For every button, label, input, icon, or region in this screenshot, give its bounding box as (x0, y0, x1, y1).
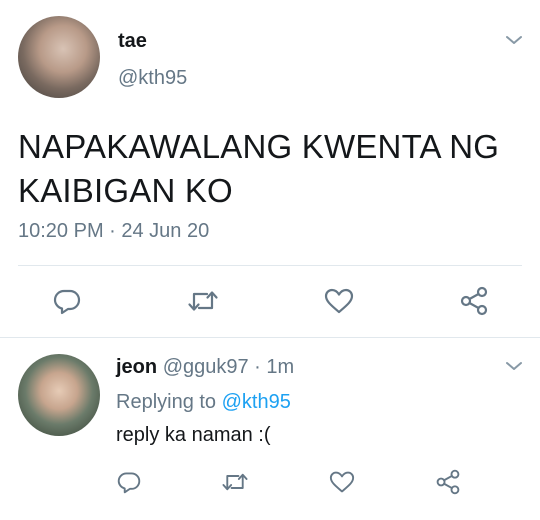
reply-tweet-replying-to: Replying to @kth95 (116, 391, 291, 414)
share-icon[interactable] (458, 286, 490, 316)
main-tweet-text-line-1: NAPAKAWALANG KWENTA NG (18, 128, 500, 165)
replying-to-label: Replying to (116, 391, 217, 413)
like-icon[interactable] (328, 470, 356, 494)
like-icon[interactable] (323, 287, 355, 315)
reply-tweet-text: reply ka naman :( (116, 424, 271, 446)
main-tweet-display-name[interactable]: tae (118, 30, 147, 53)
main-tweet-timestamp[interactable]: 10:20 PM · 24 Jun 20 (18, 220, 209, 243)
retweet-icon[interactable] (220, 470, 250, 494)
share-icon[interactable] (434, 469, 462, 495)
reply-tweet-meta[interactable]: @gguk97 · 1m (163, 356, 294, 378)
main-tweet-text: NAPAKAWALANG KWENTA NG KAIBIGAN KO (18, 125, 499, 213)
reply-tweet-menu-chevron-icon[interactable] (505, 360, 523, 372)
reply-icon[interactable] (52, 287, 82, 315)
section-divider (0, 337, 540, 338)
replying-to-handle-link[interactable]: @kth95 (222, 391, 291, 413)
reply-tweet-header: jeon @gguk97 · 1m (116, 356, 294, 379)
main-tweet-divider (18, 265, 522, 266)
main-tweet-avatar[interactable] (18, 16, 100, 98)
reply-tweet-avatar[interactable] (18, 354, 100, 436)
reply-tweet-display-name[interactable]: jeon (116, 356, 157, 378)
main-tweet-text-line-2: KAIBIGAN KO (18, 172, 233, 209)
main-tweet-menu-chevron-icon[interactable] (505, 34, 523, 46)
retweet-icon[interactable] (186, 287, 220, 315)
main-tweet-handle[interactable]: @kth95 (118, 67, 187, 90)
reply-icon[interactable] (116, 470, 142, 494)
